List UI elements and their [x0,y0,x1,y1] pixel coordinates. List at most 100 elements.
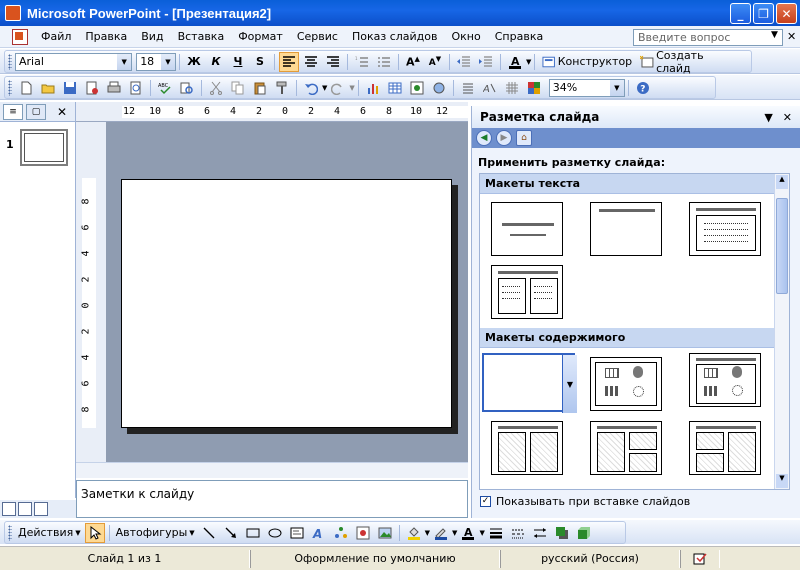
chevron-down-icon[interactable]: ▼ [117,53,132,70]
notes-field[interactable]: Заметки к слайду [76,480,468,518]
menu-file[interactable]: Файл [34,30,78,43]
diagram-button[interactable] [331,523,351,543]
3d-style-button[interactable] [574,523,594,543]
insert-table-button[interactable] [385,78,405,98]
save-button[interactable] [60,78,80,98]
menu-tools[interactable]: Сервис [290,30,345,43]
minimize-button[interactable]: _ [730,3,751,24]
shadow-style-button[interactable] [552,523,572,543]
chevron-down-icon[interactable]: ▼ [349,84,354,92]
wordart-button[interactable]: A [309,523,329,543]
font-color-button[interactable]: A [505,52,525,72]
print-button[interactable] [104,78,124,98]
shadow-button[interactable]: S [250,52,270,72]
horizontal-scrollbar[interactable] [76,462,468,478]
back-arrow-icon[interactable]: ◀ [476,130,492,146]
document-icon[interactable] [12,28,28,45]
chevron-down-icon[interactable]: ▼ [526,58,531,66]
fill-color-button[interactable] [404,523,424,543]
chevron-down-icon[interactable]: ▼ [452,529,457,537]
rectangle-button[interactable] [243,523,263,543]
arrow-button[interactable] [221,523,241,543]
layout-content[interactable] [590,357,662,411]
show-formatting-button[interactable]: A [480,78,500,98]
cut-button[interactable] [206,78,226,98]
bold-button[interactable]: Ж [184,52,204,72]
line-color-button[interactable] [431,523,451,543]
line-style-button[interactable] [486,523,506,543]
align-right-button[interactable] [323,52,343,72]
new-button[interactable] [16,78,36,98]
decrease-font-button[interactable]: A▼ [425,52,445,72]
menu-insert[interactable]: Вставка [171,30,232,43]
increase-font-button[interactable]: A▲ [403,52,423,72]
restore-button[interactable]: ❐ [753,3,774,24]
actions-menu-button[interactable]: Действия ▼ [16,523,83,543]
layout-title-and-text[interactable] [689,202,761,256]
dash-style-button[interactable] [508,523,528,543]
picture-button[interactable] [375,523,395,543]
task-pane-menu-icon[interactable]: ▼ [764,111,772,124]
redo-button[interactable] [328,78,348,98]
font-size-select[interactable]: 18 ▼ [136,52,176,71]
chevron-down-icon[interactable]: ▼ [479,529,484,537]
menu-edit[interactable]: Правка [78,30,134,43]
scroll-up-icon[interactable]: ▲ [776,175,788,189]
permission-button[interactable] [82,78,102,98]
slide-show-view-icon[interactable] [34,502,48,516]
format-painter-button[interactable] [272,78,292,98]
layout-title-slide[interactable] [491,202,563,256]
toolbar-grip[interactable] [8,79,12,96]
forward-arrow-icon[interactable]: ▶ [496,130,512,146]
spelling-button[interactable]: ABC [155,78,175,98]
insert-hyperlink-button[interactable] [429,78,449,98]
layout-title-and-content[interactable] [689,353,761,407]
chevron-down-icon[interactable]: ▼ [322,84,327,92]
powerpoint-app-icon[interactable] [5,5,21,21]
checkbox-checked-icon[interactable]: ✓ [480,496,491,507]
layout-title-two-columns[interactable] [491,265,563,319]
research-button[interactable] [177,78,197,98]
open-button[interactable] [38,78,58,98]
toolbar-grip[interactable] [8,53,12,70]
autoshapes-menu-button[interactable]: Автофигуры ▼ [114,523,197,543]
font-name-select[interactable]: Arial ▼ [14,52,133,71]
zoom-select[interactable]: 34% ▼ [548,78,625,97]
help-button[interactable]: ? [633,78,653,98]
close-button[interactable]: ✕ [776,3,797,24]
paste-button[interactable] [250,78,270,98]
clipart-button[interactable] [353,523,373,543]
underline-button[interactable]: Ч [228,52,248,72]
layout-title-two-content-right[interactable] [689,421,761,475]
print-preview-button[interactable] [126,78,146,98]
decrease-indent-button[interactable] [454,52,474,72]
menu-help[interactable]: Справка [488,30,550,43]
expand-all-button[interactable] [458,78,478,98]
ask-dropdown-arrow-icon[interactable]: ▼ [771,30,778,40]
document-close-icon[interactable]: ✕ [787,30,796,43]
new-slide-button[interactable]: Создать слайд [637,49,744,75]
chevron-down-icon[interactable]: ▼ [609,79,624,96]
home-icon[interactable]: ⌂ [516,130,532,146]
ask-question-input[interactable]: Введите вопрос [633,29,783,46]
layout-dropdown-button[interactable]: ▼ [562,355,577,413]
layout-title-content-two[interactable] [590,421,662,475]
scroll-thumb[interactable] [776,198,788,294]
slide-thumbnail[interactable] [20,129,68,166]
align-center-button[interactable] [301,52,321,72]
textbox-button[interactable] [287,523,307,543]
spelling-status-icon[interactable] [680,549,720,568]
italic-button[interactable]: К [206,52,226,72]
menu-view[interactable]: Вид [134,30,170,43]
numbering-button[interactable]: 1 [352,52,372,72]
layout-title-two-content[interactable] [491,421,563,475]
font-color-button[interactable]: A [458,523,478,543]
oval-button[interactable] [265,523,285,543]
bullets-button[interactable] [374,52,394,72]
chevron-down-icon[interactable]: ▼ [425,529,430,537]
align-left-button[interactable] [278,51,299,72]
show-grid-button[interactable] [502,78,522,98]
copy-button[interactable] [228,78,248,98]
line-button[interactable] [199,523,219,543]
tab-outline[interactable]: ≡ [3,103,23,120]
